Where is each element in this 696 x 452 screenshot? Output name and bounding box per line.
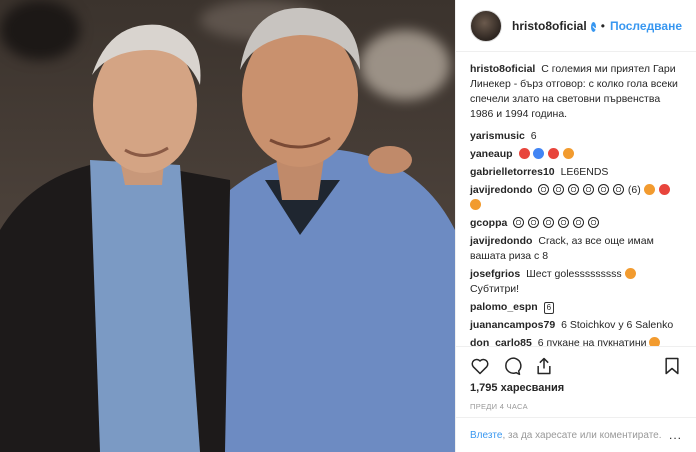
bookmark-icon[interactable] bbox=[662, 356, 682, 376]
keycap-six-icon: 6 bbox=[543, 302, 555, 314]
post-header: hristo8oficial • Последване bbox=[456, 0, 696, 52]
soccer-ball-icon bbox=[587, 217, 599, 228]
login-prompt: Влезте , за да харесате или коментирате.… bbox=[456, 417, 696, 452]
comment-text: (6) bbox=[627, 184, 641, 196]
comment-username[interactable]: juanancampos79 bbox=[470, 319, 555, 331]
share-icon[interactable] bbox=[534, 356, 554, 376]
soccer-ball-icon bbox=[612, 184, 624, 195]
caption-username[interactable]: hristo8oficial bbox=[470, 63, 535, 75]
likes-count[interactable]: 1,795 харесвания bbox=[456, 378, 696, 394]
comment-username[interactable]: javijredondo bbox=[470, 235, 532, 247]
soccer-ball-icon bbox=[568, 184, 580, 195]
comment-item: josefgrios Шест golesssssssss Субтитри! bbox=[470, 267, 682, 297]
comments-list: hristo8oficial С големия ми приятел Гари… bbox=[456, 52, 696, 346]
comment-text: LE6ENDS bbox=[560, 166, 609, 178]
comment-item: don_carlo85 6 пукане на пукнатини bbox=[470, 336, 682, 346]
comment-text: 6 Stoichkov y 6 Salenko bbox=[561, 319, 674, 331]
comment-item: yaneaup bbox=[470, 147, 682, 162]
avatar[interactable] bbox=[470, 9, 502, 42]
blue-circle-icon bbox=[533, 148, 545, 159]
post-timestamp[interactable]: ПРЕДИ 4 ЧАСА bbox=[456, 394, 696, 417]
post-sidebar: hristo8oficial • Последване hristo8ofici… bbox=[455, 0, 696, 452]
red-circle-icon bbox=[548, 148, 560, 159]
more-options-icon[interactable]: ... bbox=[669, 428, 682, 442]
comment-text: 6 bbox=[530, 130, 537, 142]
comment-icon[interactable] bbox=[502, 356, 522, 376]
photo-people bbox=[0, 7, 455, 452]
follow-button[interactable]: Последване bbox=[610, 19, 682, 33]
separator-dot: • bbox=[600, 18, 605, 33]
soccer-ball-icon bbox=[528, 217, 540, 228]
soccer-ball-icon bbox=[553, 184, 565, 195]
comment-item: palomo_espn 6 bbox=[470, 300, 682, 315]
instagram-post: hristo8oficial • Последване hristo8ofici… bbox=[0, 0, 696, 452]
comment-username[interactable]: don_carlo85 bbox=[470, 337, 532, 346]
comment-item: gcoppa bbox=[470, 216, 682, 231]
comment-username[interactable]: javijredondo bbox=[470, 184, 532, 196]
comment-text: Шест golesssssssss bbox=[526, 268, 622, 280]
comment-username[interactable]: gabrielletorres10 bbox=[470, 166, 555, 178]
caption: hristo8oficial С големия ми приятел Гари… bbox=[470, 62, 682, 122]
soccer-ball-icon bbox=[538, 184, 550, 195]
soccer-ball-icon bbox=[598, 184, 610, 195]
comment-username[interactable]: yaneaup bbox=[470, 148, 513, 160]
action-bar bbox=[456, 346, 696, 378]
soccer-ball-icon bbox=[513, 217, 525, 228]
comment-username[interactable]: yarismusic bbox=[470, 130, 525, 142]
orange-circle-icon bbox=[563, 148, 575, 159]
comment-username[interactable]: gcoppa bbox=[470, 217, 507, 229]
comment-username[interactable]: palomo_espn bbox=[470, 301, 538, 313]
comment-text-line2: Субтитри! bbox=[470, 283, 520, 295]
login-link[interactable]: Влезте bbox=[470, 430, 502, 441]
comment-text: 6 пукане на пукнатини bbox=[537, 337, 647, 346]
header-username[interactable]: hristo8oficial bbox=[512, 19, 587, 33]
soccer-ball-icon bbox=[543, 217, 555, 228]
comment-username[interactable]: josefgrios bbox=[470, 268, 520, 280]
rose-icon bbox=[658, 184, 670, 195]
soccer-ball-icon bbox=[583, 184, 595, 195]
soccer-ball-icon bbox=[558, 217, 570, 228]
heart-icon[interactable] bbox=[470, 356, 490, 376]
soccer-ball-icon bbox=[572, 217, 584, 228]
screaming-face-icon bbox=[624, 268, 636, 279]
comment-item: javijredondo (6) bbox=[470, 183, 682, 213]
post-photo[interactable] bbox=[0, 0, 455, 452]
comment-item: yarismusic 6 bbox=[470, 129, 682, 144]
red-circle-icon bbox=[518, 148, 530, 159]
comment-item: gabrielletorres10 LE6ENDS bbox=[470, 165, 682, 180]
sunglasses-face-icon bbox=[649, 337, 661, 346]
fire-icon bbox=[643, 184, 655, 195]
login-prompt-text: , за да харесате или коментирате. bbox=[502, 429, 662, 441]
comment-item: juanancampos79 6 Stoichkov y 6 Salenko bbox=[470, 318, 682, 333]
verified-badge-icon bbox=[590, 21, 596, 32]
comment-item: javijredondo Crack, аз все още имам ваша… bbox=[470, 234, 682, 264]
flexed-biceps-icon bbox=[470, 199, 481, 210]
